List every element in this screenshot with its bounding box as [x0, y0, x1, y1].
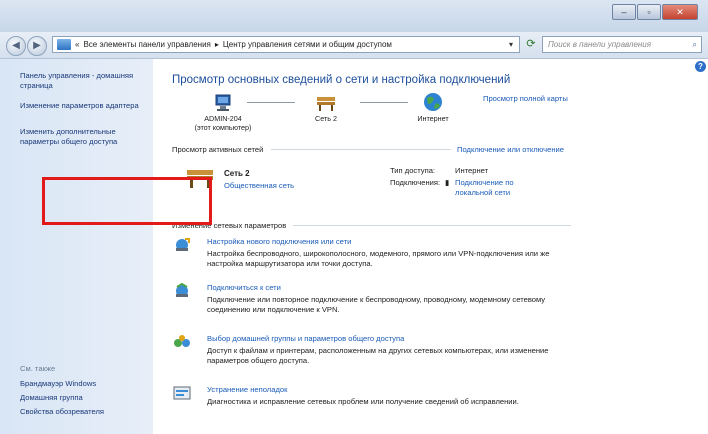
- main-content: ? Просмотр основных сведений о сети и на…: [153, 59, 708, 434]
- see-also-internet-options[interactable]: Свойства обозревателя: [20, 407, 148, 417]
- map-node-computer: ADMIN-204 (этот компьютер): [193, 94, 253, 132]
- troubleshoot-icon: [173, 386, 191, 400]
- task-title[interactable]: Настройка нового подключения или сети: [207, 237, 351, 246]
- search-icon[interactable]: ⌕: [693, 37, 697, 52]
- internet-label: Интернет: [417, 114, 449, 123]
- task-title[interactable]: Подключиться к сети: [207, 283, 281, 292]
- refresh-icon[interactable]: ⟳: [523, 37, 539, 52]
- task-description: Диагностика и исправление сетевых пробле…: [207, 397, 519, 406]
- access-type-value: Интернет: [455, 166, 489, 175]
- page-title: Просмотр основных сведений о сети и наст…: [172, 74, 511, 86]
- address-toolbar: ◀ ▶ « Все элементы панели управления ▸ Ц…: [0, 32, 708, 59]
- computer-name: ADMIN-204: [204, 114, 242, 123]
- breadcrumb-all-items[interactable]: Все элементы панели управления: [83, 40, 210, 49]
- see-also-homegroup[interactable]: Домашняя группа: [20, 393, 148, 403]
- view-full-map-link[interactable]: Просмотр полной карты: [483, 94, 568, 103]
- title-bar: – ▫ ✕: [0, 0, 708, 33]
- section-divider: [271, 149, 451, 150]
- breadcrumb-separator[interactable]: ▸: [215, 40, 219, 49]
- task-title[interactable]: Устранение неполадок: [207, 385, 287, 394]
- section-divider: [293, 225, 571, 226]
- close-button[interactable]: ✕: [662, 4, 698, 20]
- computer-sub: (этот компьютер): [194, 123, 252, 132]
- bench-icon: [317, 97, 335, 111]
- search-placeholder: Поиск в панели управления: [548, 40, 652, 49]
- maximize-button[interactable]: ▫: [637, 4, 661, 20]
- help-icon[interactable]: ?: [695, 61, 706, 72]
- network-name: Сеть 2: [315, 114, 337, 123]
- network-type-link[interactable]: Общественная сеть: [224, 181, 294, 190]
- address-field[interactable]: « Все элементы панели управления ▸ Центр…: [52, 36, 520, 53]
- minimize-button[interactable]: –: [612, 4, 636, 20]
- connections-label: Подключения:: [390, 178, 441, 187]
- nav-link-home[interactable]: Панель управления - домашняя страница: [20, 71, 148, 91]
- map-node-internet: Интернет: [410, 92, 456, 123]
- breadcrumb-overflow[interactable]: «: [75, 40, 79, 49]
- local-connection-link[interactable]: Подключение по локальной сети: [455, 178, 535, 198]
- forward-button[interactable]: ▶: [27, 36, 47, 56]
- search-input[interactable]: Поиск в панели управления ⌕: [542, 36, 702, 53]
- active-network-name: Сеть 2: [224, 169, 250, 178]
- globe-icon: [424, 93, 442, 111]
- map-connector: [247, 102, 295, 103]
- network-center-window: – ▫ ✕ ◀ ▶ « Все элементы панели управлен…: [0, 0, 708, 434]
- chevron-down-icon[interactable]: ▾: [509, 40, 513, 49]
- back-button[interactable]: ◀: [6, 36, 26, 56]
- map-connector: [360, 102, 408, 103]
- access-type-label: Тип доступа:: [390, 166, 436, 175]
- window-controls: – ▫ ✕: [611, 4, 698, 20]
- see-also-heading: См. также: [20, 364, 56, 373]
- homegroup-icon: [174, 335, 190, 347]
- task-description: Настройка беспроводного, широкополосного…: [207, 249, 550, 268]
- left-navigation-pane: Панель управления - домашняя страница Из…: [0, 59, 153, 434]
- connect-network-icon: [176, 283, 188, 297]
- task-description: Доступ к файлам и принтерам, расположенн…: [207, 346, 549, 365]
- active-networks-heading: Просмотр активных сетей: [172, 145, 264, 154]
- adapter-icon: ▮: [445, 178, 450, 187]
- task-title[interactable]: Выбор домашней группы и параметров общег…: [207, 334, 404, 343]
- task-description: Подключение или повторное подключение к …: [207, 295, 546, 314]
- control-panel-icon: [57, 39, 71, 50]
- new-connection-icon: [176, 238, 190, 251]
- see-also-firewall[interactable]: Брандмауэр Windows: [20, 379, 148, 389]
- nav-link-adapter-settings[interactable]: Изменение параметров адаптера: [20, 101, 148, 111]
- connect-disconnect-link[interactable]: Подключение или отключение: [457, 145, 564, 154]
- computer-icon: [215, 94, 231, 111]
- highlight-annotation-box: [42, 177, 212, 225]
- breadcrumb-network-center[interactable]: Центр управления сетями и общим доступом: [223, 40, 392, 49]
- map-node-network: Сеть 2: [303, 94, 349, 123]
- nav-link-sharing-settings[interactable]: Изменить дополнительные параметры общего…: [20, 127, 148, 147]
